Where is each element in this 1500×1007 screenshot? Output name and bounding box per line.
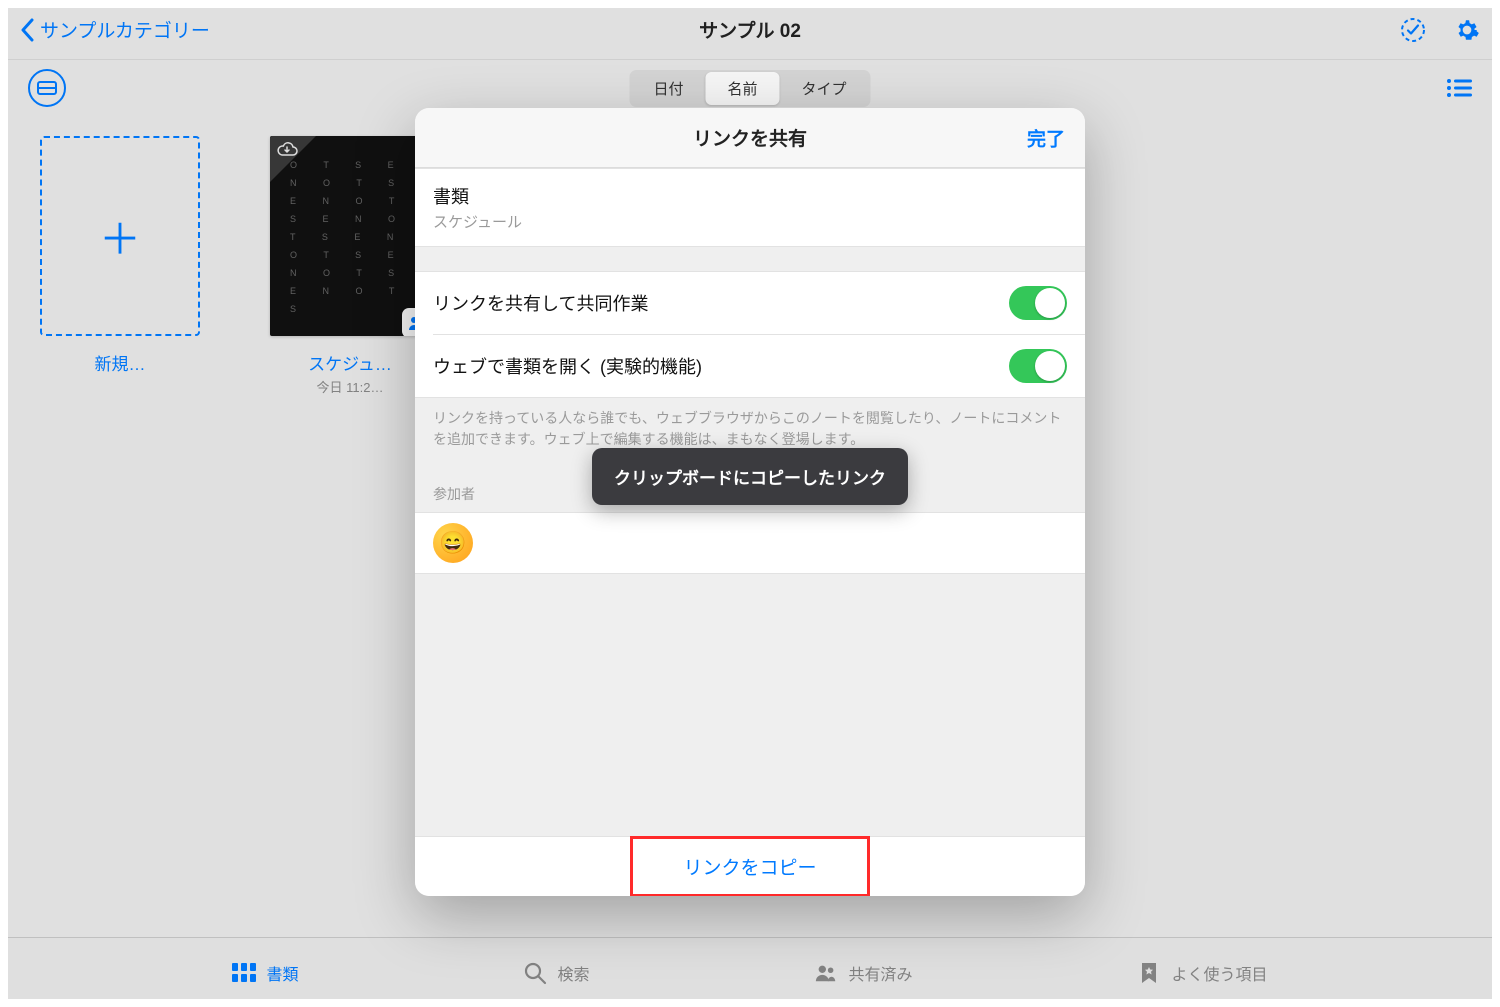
tab-label: 共有済み	[848, 961, 912, 985]
scan-button[interactable]	[28, 69, 66, 107]
open-web-toggle[interactable]	[1009, 349, 1067, 383]
select-toggle-button[interactable]	[1400, 17, 1426, 43]
doc-heading-label: 書類	[433, 183, 469, 209]
document-info-row: 書類 スケジュール	[415, 169, 1085, 246]
sort-segmented-control: 日付 名前 タイプ	[629, 70, 870, 107]
cloud-download-icon	[276, 142, 298, 163]
star-bookmark-icon	[1137, 961, 1161, 985]
tab-shared[interactable]: 共有済み	[814, 961, 912, 985]
participants-section: 😄	[415, 512, 1085, 574]
tab-documents[interactable]: 書類	[232, 961, 298, 985]
view-mode-button[interactable]	[1446, 75, 1472, 101]
chevron-left-icon	[20, 18, 34, 42]
top-navbar: サンプルカテゴリー サンプル 02	[0, 0, 1500, 60]
settings-button[interactable]	[1454, 17, 1480, 43]
done-button[interactable]: 完了	[1027, 124, 1065, 151]
seg-date[interactable]: 日付	[631, 72, 705, 105]
tab-label: 検索	[557, 961, 589, 985]
scan-icon	[37, 81, 57, 95]
modal-header: リンクを共有 完了	[415, 108, 1085, 168]
document-thumbnail: O T S E N O T S E N O T S E N O T S E N …	[270, 136, 430, 336]
document-title: スケジュ…	[308, 350, 392, 375]
seg-name[interactable]: 名前	[705, 72, 779, 105]
page-title: サンプル 02	[699, 16, 801, 43]
new-document-button[interactable]: ＋	[40, 136, 200, 336]
back-label: サンプルカテゴリー	[40, 16, 210, 43]
toggles-section: リンクを共有して共同作業 ウェブで書類を開く (実験的機能)	[415, 271, 1085, 398]
new-document-label: 新規…	[95, 350, 146, 375]
grid-icon	[232, 961, 256, 985]
toggle-row-web: ウェブで書類を開く (実験的機能)	[415, 335, 1085, 397]
modal-body-spacer	[415, 574, 1085, 836]
tab-search[interactable]: 検索	[523, 961, 589, 985]
tab-label: 書類	[266, 961, 298, 985]
toggle-label: リンクを共有して共同作業	[433, 290, 648, 316]
plus-icon: ＋	[99, 206, 141, 267]
check-circle-dashed-icon	[1400, 17, 1426, 43]
tab-favorites[interactable]: よく使う項目	[1137, 961, 1267, 985]
people-icon	[814, 961, 838, 985]
doc-name-label: スケジュール	[433, 211, 522, 232]
toggle-label: ウェブで書類を開く (実験的機能)	[433, 353, 702, 379]
modal-footer: リンクをコピー	[415, 836, 1085, 896]
topbar-actions	[1400, 17, 1480, 43]
clipboard-toast: クリップボードにコピーしたリンク	[592, 448, 908, 505]
spacer	[415, 247, 1085, 271]
app-root: サンプルカテゴリー サンプル 02 日付 名前 タイプ	[0, 0, 1500, 1007]
share-collab-toggle[interactable]	[1009, 286, 1067, 320]
share-link-modal: リンクを共有 完了 書類 スケジュール リンクを共有して共同作業 ウェブで書類を…	[415, 108, 1085, 896]
copy-link-button[interactable]: リンクをコピー	[653, 843, 846, 890]
bottom-tabbar: 書類 検索 共有済み よく使う項目	[0, 937, 1500, 1007]
document-tile[interactable]: O T S E N O T S E N O T S E N O T S E N …	[270, 136, 430, 396]
gear-icon	[1454, 17, 1480, 43]
document-info-section: 書類 スケジュール	[415, 168, 1085, 247]
toggle-row-share: リンクを共有して共同作業	[415, 272, 1085, 334]
participant-avatar[interactable]: 😄	[433, 523, 473, 563]
modal-title: リンクを共有	[693, 124, 807, 151]
list-icon	[1446, 78, 1472, 98]
tab-label: よく使う項目	[1171, 961, 1267, 985]
seg-type[interactable]: タイプ	[780, 72, 869, 105]
new-document-tile: ＋ 新規…	[40, 136, 200, 375]
search-icon	[523, 961, 547, 985]
document-timestamp: 今日 11:2…	[317, 377, 384, 396]
tutorial-highlight: リンクをコピー	[630, 836, 869, 896]
back-button[interactable]: サンプルカテゴリー	[20, 16, 210, 43]
